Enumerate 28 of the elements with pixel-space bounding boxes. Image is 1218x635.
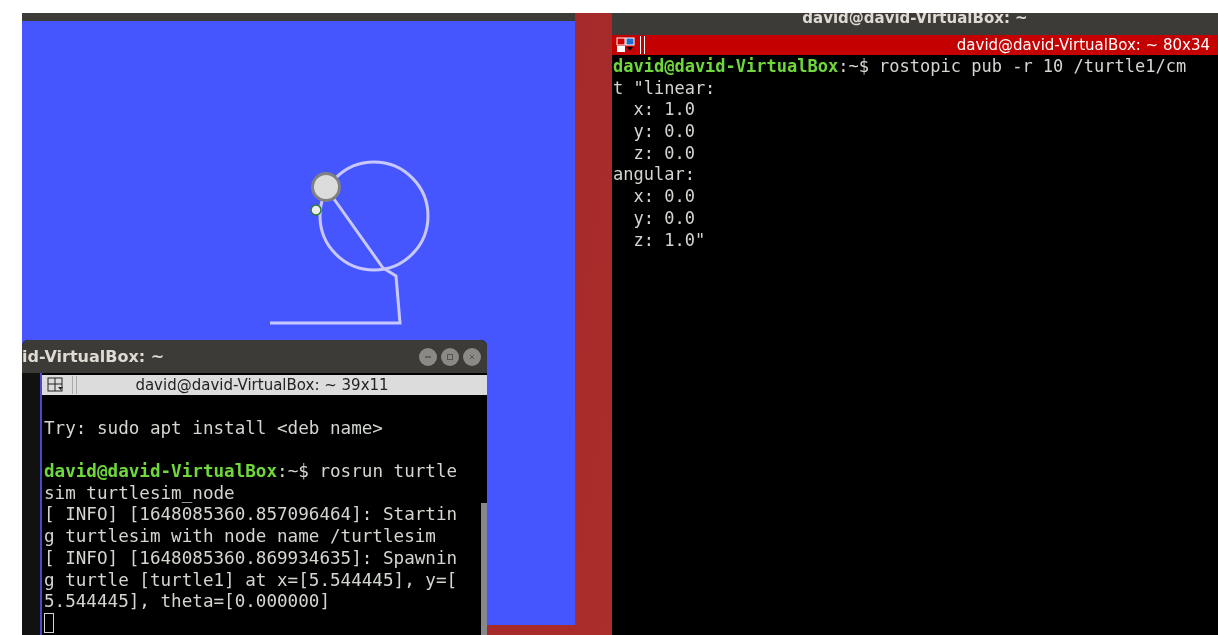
output-line: Try: sudo apt install <deb name> bbox=[44, 417, 383, 438]
output-line: g turtle [turtle1] at x=[5.544445], y=[ bbox=[44, 569, 458, 590]
output-line: x: 0.0 bbox=[632, 186, 695, 207]
command-text: :~$ rosrun turtle bbox=[277, 461, 458, 482]
output-line: angular: bbox=[613, 164, 695, 185]
split-icon[interactable] bbox=[46, 377, 66, 393]
output-line: y: 0.0 bbox=[632, 207, 695, 228]
text-cursor bbox=[44, 612, 54, 633]
split-icon[interactable] bbox=[616, 37, 636, 53]
output-line: [ INFO] [1648085360.857096464]: Startin bbox=[44, 504, 458, 525]
minimize-button[interactable] bbox=[419, 347, 437, 366]
scrollbar[interactable] bbox=[481, 503, 487, 635]
output-line: z: 0.0 bbox=[632, 142, 695, 163]
window-title: id-VirtualBox: ~ bbox=[22, 349, 165, 364]
output-line: g turtlesim with node name /turtlesim bbox=[44, 526, 436, 547]
output-line: x: 1.0 bbox=[632, 99, 695, 120]
prompt-user: david@david-VirtualBox bbox=[613, 56, 839, 76]
output-line: sim turtlesim_node bbox=[44, 482, 235, 503]
output-line: 5.544445], theta=[0.000000] bbox=[44, 591, 330, 612]
maximize-button[interactable] bbox=[441, 347, 459, 366]
output-line: t "linear: bbox=[613, 77, 716, 98]
prompt-user: david@david-VirtualBox bbox=[44, 461, 278, 482]
output-line: y: 0.0 bbox=[632, 121, 695, 142]
output-line: z: 1.0" bbox=[632, 229, 706, 250]
output-line: [ INFO] [1648085360.869934635]: Spawnin bbox=[44, 547, 458, 568]
close-button[interactable] bbox=[463, 347, 481, 366]
command-text: :~$ rostopic pub -r 10 /turtle1/cm bbox=[838, 56, 1187, 76]
turtle-icon bbox=[310, 172, 341, 216]
